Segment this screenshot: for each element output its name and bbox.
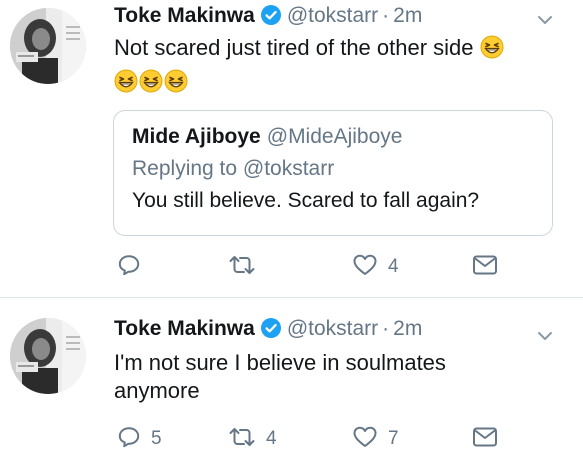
heart-icon [352, 253, 378, 282]
like-count: 4 [388, 256, 399, 277]
avatar[interactable] [10, 8, 86, 84]
avatar[interactable] [10, 318, 86, 394]
grinning-squint-emoji [114, 69, 138, 98]
verified-badge-icon [260, 5, 281, 32]
quoted-tweet-text: You still believe. Scared to fall again? [132, 189, 480, 212]
reply-icon [117, 425, 141, 454]
tweet-text: Not scared just tired of the other side [114, 34, 564, 66]
chevron-down-icon[interactable] [537, 13, 553, 31]
username-handle[interactable]: @tokstarr [287, 317, 378, 340]
tweet-text: I'm not sure I believe in soulmates anym… [114, 350, 446, 403]
envelope-icon [472, 254, 498, 281]
quoted-tweet-header: Mide Ajiboye @MideAjiboye [132, 124, 402, 150]
retweet-icon [228, 425, 256, 454]
grinning-squint-emoji [480, 35, 504, 66]
quoted-display-name: Mide Ajiboye [132, 125, 261, 148]
tweet[interactable]: Toke Makinwa @tokstarr · 2m I'm not sure I… [0, 298, 583, 474]
chevron-down-icon[interactable] [537, 329, 553, 347]
tweet-header: Toke Makinwa @tokstarr · 2m [114, 3, 422, 29]
separator-dot: · [382, 317, 390, 340]
quoted-username-handle: @MideAjiboye [266, 125, 403, 148]
tweet-header: Toke Makinwa @tokstarr · 2m [114, 316, 422, 342]
retweet-icon [228, 253, 256, 282]
retweet-count: 4 [266, 428, 277, 449]
display-name[interactable]: Toke Makinwa [114, 4, 255, 27]
username-handle[interactable]: @tokstarr [287, 4, 378, 27]
timestamp[interactable]: 2m [393, 4, 422, 27]
replying-to-label: Replying to @tokstarr [132, 157, 335, 180]
display-name[interactable]: Toke Makinwa [114, 317, 255, 340]
reply-button[interactable] [117, 252, 151, 282]
emoji-row [114, 69, 189, 95]
timestamp[interactable]: 2m [393, 317, 422, 340]
like-button[interactable]: 4 [352, 252, 399, 282]
separator-dot: · [382, 4, 390, 27]
verified-badge-icon [260, 318, 281, 345]
reply-button[interactable]: 5 [117, 424, 162, 454]
retweet-button[interactable]: 4 [228, 424, 277, 454]
like-count: 7 [388, 428, 399, 449]
reply-count: 5 [151, 428, 162, 449]
retweet-button[interactable] [228, 252, 266, 282]
direct-message-button[interactable] [472, 424, 498, 454]
grinning-squint-emoji [139, 69, 163, 98]
heart-icon [352, 425, 378, 454]
quoted-tweet-card[interactable]: Mide Ajiboye @MideAjiboye Replying to @to… [113, 110, 553, 236]
tweet-actions: 5 4 7 [0, 424, 583, 454]
grinning-squint-emoji [164, 69, 188, 98]
direct-message-button[interactable] [472, 252, 498, 282]
tweet-text-content: Not scared just tired of the other side [114, 35, 474, 60]
like-button[interactable]: 7 [352, 424, 399, 454]
reply-icon [117, 253, 141, 282]
tweet-actions: 4 [0, 252, 583, 282]
envelope-icon [472, 426, 498, 453]
tweet[interactable]: Toke Makinwa @tokstarr · 2m Not scared jus… [0, 0, 583, 297]
